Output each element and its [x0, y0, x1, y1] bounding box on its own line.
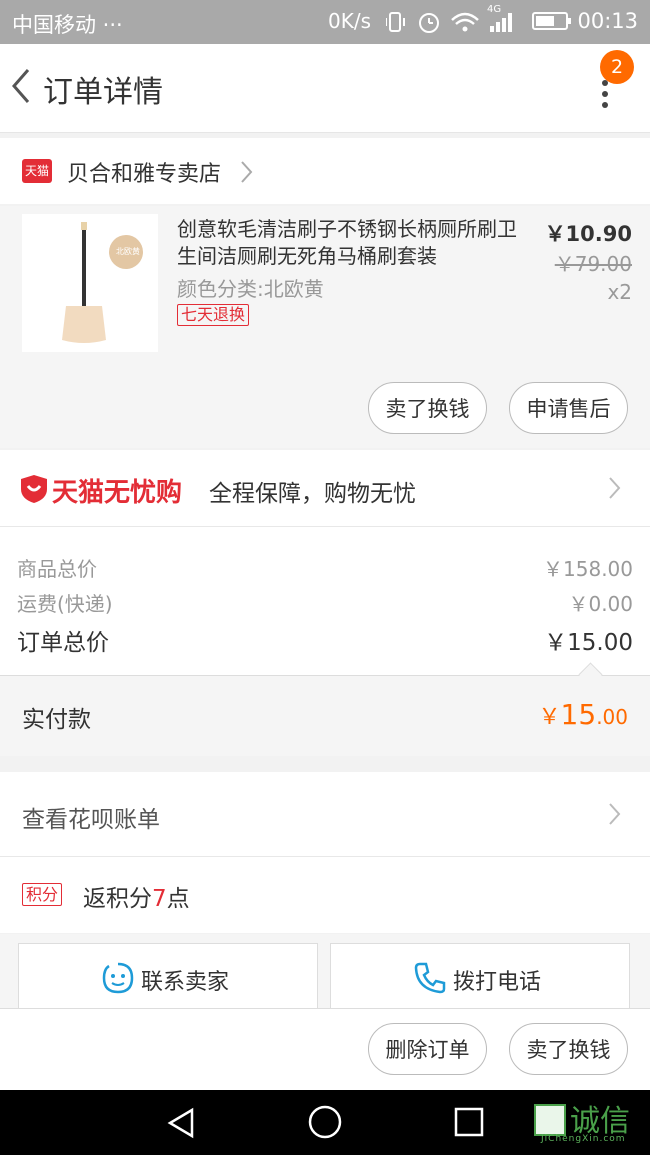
huabei-label: 查看花呗账单	[22, 807, 160, 833]
product-quantity: x2	[607, 280, 632, 304]
product-image[interactable]: 北欧黄	[22, 214, 158, 352]
carrier-label: 中国移动 ···	[12, 13, 123, 37]
page-title: 订单详情	[43, 75, 163, 110]
huabei-bill-row[interactable]: 查看花呗账单	[0, 772, 650, 857]
back-arrow-icon[interactable]	[6, 64, 46, 108]
product-title[interactable]: 创意软毛清洁刷子不锈钢长柄厕所刷卫生间洁厕刷无死角马桶刷套装	[177, 216, 517, 270]
call-phone-button[interactable]: 拨打电话	[330, 943, 630, 1009]
watermark-logo-icon	[534, 1104, 566, 1136]
clock: 00:13	[577, 9, 638, 33]
points-row: 积分 返积分7点	[0, 857, 650, 933]
network-type: 4G	[487, 4, 502, 15]
goods-total-value: ￥158.00	[543, 557, 633, 581]
order-total-value: ￥15.00	[544, 630, 633, 656]
return-policy-tag: 七天退换	[177, 304, 250, 326]
chat-face-icon	[102, 962, 134, 994]
paid-decimal: .00	[596, 705, 628, 729]
delete-order-button[interactable]: 删除订单	[368, 1023, 487, 1075]
guarantee-brand: 天猫无忧购	[52, 478, 183, 508]
phone-icon	[414, 962, 446, 994]
product-price: ￥10.90	[544, 222, 632, 246]
nav-home-icon[interactable]	[307, 1104, 343, 1140]
product-original-price: ￥79.00	[554, 252, 632, 276]
sell-button[interactable]: 卖了换钱	[368, 382, 487, 434]
points-tag: 积分	[22, 883, 63, 906]
shop-row[interactable]: 天猫 贝合和雅专卖店	[0, 138, 650, 204]
nav-back-icon[interactable]	[164, 1106, 198, 1140]
contact-seller-label: 联系卖家	[141, 970, 230, 995]
shop-name: 贝合和雅专卖店	[67, 162, 222, 187]
system-nav-bar: 诚信 JiChengXin.com	[0, 1090, 650, 1155]
chevron-right-icon	[609, 477, 621, 499]
paid-label: 实付款	[22, 707, 91, 733]
shipping-value: ￥0.00	[568, 592, 633, 616]
notification-badge: 2	[600, 50, 634, 84]
paid-value: ￥15.00	[539, 698, 628, 731]
battery-icon	[532, 12, 571, 30]
guarantee-text: 全程保障，购物无忧	[209, 481, 416, 507]
tmall-logo: 天猫	[22, 159, 52, 183]
goods-total-label: 商品总价	[17, 557, 97, 581]
order-total-label: 订单总价	[17, 630, 109, 656]
chevron-right-icon	[609, 803, 621, 825]
product-card: 北欧黄 创意软毛清洁刷子不锈钢长柄厕所刷卫生间洁厕刷无死角马桶刷套装 颜色分类:…	[0, 206, 650, 448]
status-bar: 中国移动 ··· 0K/s 4G 00:13	[0, 0, 650, 44]
product-sku: 颜色分类:北欧黄	[177, 277, 324, 301]
watermark-subtext: JiChengXin.com	[541, 1134, 626, 1144]
nav-recents-icon[interactable]	[453, 1106, 485, 1138]
shipping-label: 运费(快递)	[17, 592, 113, 616]
contact-bar: 联系卖家 拨打电话	[0, 934, 650, 1009]
paid-integer: 15	[560, 698, 597, 731]
paid-amount-row: 实付款 ￥15.00	[0, 676, 650, 756]
points-amount: 7	[152, 886, 167, 912]
shield-icon	[21, 475, 47, 503]
call-phone-label: 拨打电话	[453, 970, 542, 995]
product-image-label: 北欧黄	[116, 247, 140, 256]
vibrate-icon	[389, 12, 401, 32]
sell-button-bottom[interactable]: 卖了换钱	[509, 1023, 628, 1075]
signal-icon	[490, 26, 494, 32]
bottom-action-bar: 删除订单 卖了换钱	[0, 1008, 650, 1091]
network-speed: 0K/s	[328, 9, 371, 33]
after-sale-button[interactable]: 申请售后	[509, 382, 628, 434]
price-summary: 商品总价 ￥158.00 运费(快递) ￥0.00 订单总价 ￥15.00	[0, 527, 650, 676]
points-prefix: 返积分	[83, 886, 152, 912]
paid-currency: ￥	[538, 705, 561, 730]
chevron-right-icon	[241, 161, 253, 183]
contact-seller-button[interactable]: 联系卖家	[18, 943, 318, 1009]
guarantee-row[interactable]: 天猫无忧购 全程保障，购物无忧	[0, 450, 650, 527]
app-header: 订单详情	[0, 44, 650, 133]
points-suffix: 点	[166, 886, 190, 912]
points-text: 返积分7点	[83, 879, 190, 913]
